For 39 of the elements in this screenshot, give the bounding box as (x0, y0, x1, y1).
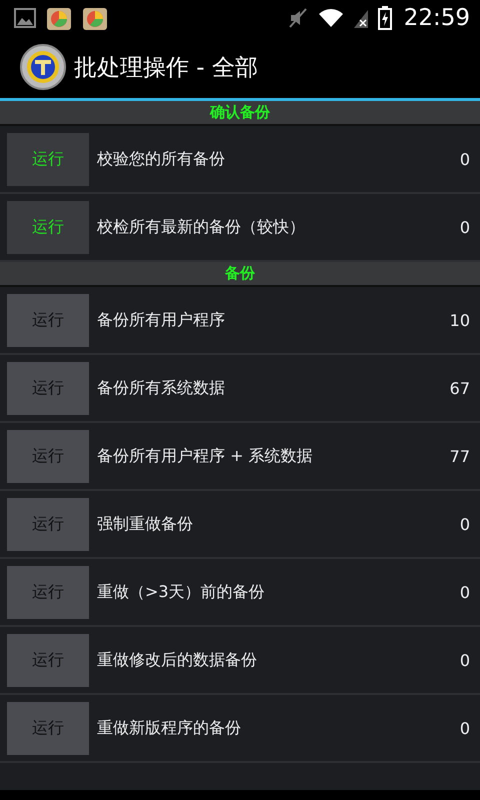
operation-label: 重做修改后的数据备份 (97, 650, 258, 670)
run-button[interactable]: 运行 (7, 702, 89, 754)
operation-label: 校检所有最新的备份（较快） (97, 216, 306, 238)
app-count: 0 (460, 514, 470, 534)
run-button[interactable]: 运行 (7, 498, 89, 550)
app-logo-icon (20, 44, 66, 90)
app-count: 10 (450, 310, 470, 330)
app-count: 0 (460, 218, 470, 236)
section-header: 备份 (0, 262, 480, 287)
operation-label: 重做新版程序的备份 (97, 718, 242, 738)
app-count: 77 (450, 446, 470, 466)
run-button[interactable]: 运行 (7, 132, 89, 186)
signal-icon (354, 8, 368, 28)
operation-label: 强制重做备份 (97, 514, 194, 534)
app-count: 0 (460, 718, 470, 738)
app-count: 67 (450, 378, 470, 398)
app-count: 0 (460, 150, 470, 168)
run-button[interactable]: 运行 (7, 634, 89, 686)
run-button[interactable]: 运行 (7, 430, 89, 482)
image-icon (14, 8, 36, 28)
app-icon (82, 6, 108, 30)
run-button[interactable]: 运行 (7, 200, 89, 254)
app-count: 0 (460, 650, 470, 670)
run-button[interactable]: 运行 (7, 294, 89, 346)
app-count: 0 (460, 582, 470, 602)
status-time: 22:59 (404, 5, 470, 31)
wifi-icon (318, 8, 344, 28)
operation-label: 备份所有用户程序 (97, 310, 226, 330)
app-icon (46, 6, 72, 30)
operation-label: 备份所有系统数据 (97, 378, 226, 398)
operation-label: 重做（>3天）前的备份 (97, 582, 266, 602)
battery-icon (378, 6, 392, 30)
screen-title: 批处理操作 - 全部 (74, 54, 258, 82)
mute-icon (288, 7, 308, 29)
section-header: 确认备份 (0, 101, 480, 126)
run-button[interactable]: 运行 (7, 362, 89, 414)
run-button[interactable]: 运行 (7, 566, 89, 618)
operation-label: 校验您的所有备份 (97, 148, 226, 170)
operation-label: 备份所有用户程序 + 系统数据 (97, 446, 314, 466)
